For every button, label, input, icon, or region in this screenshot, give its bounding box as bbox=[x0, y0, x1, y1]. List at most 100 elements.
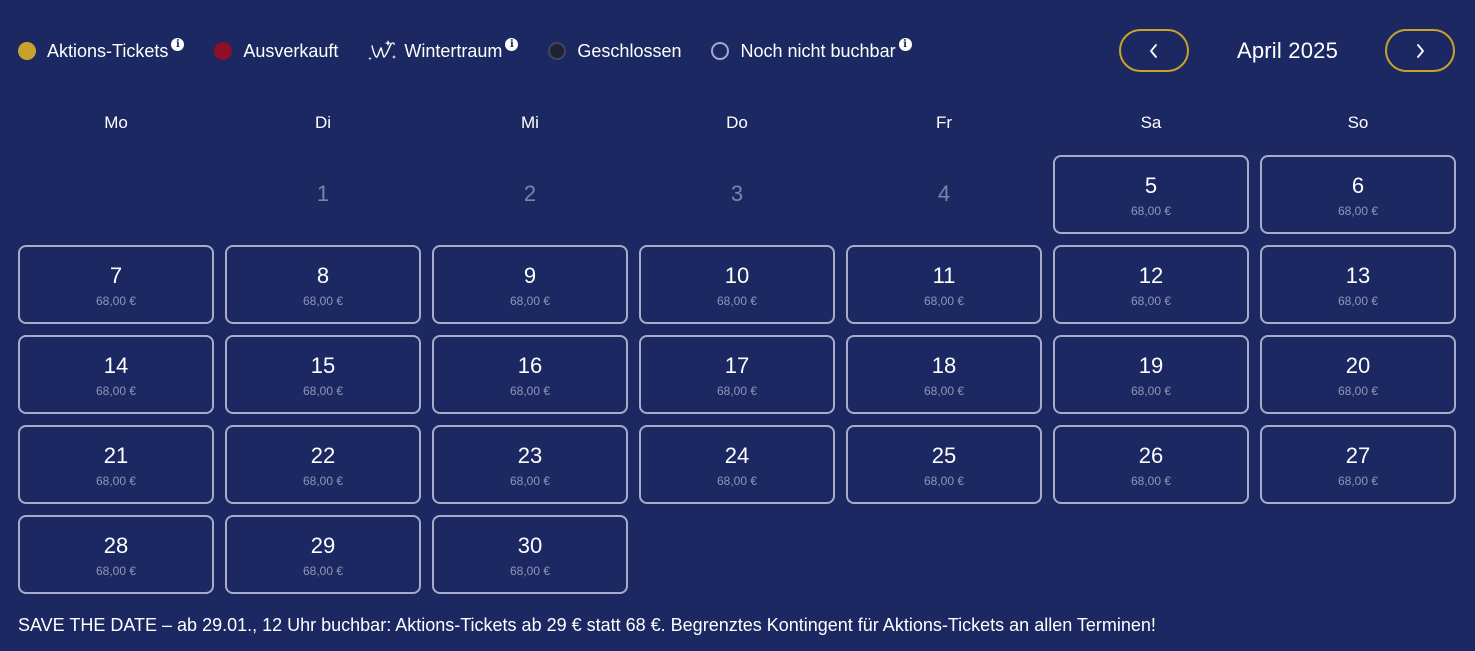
day-price: 68,00 € bbox=[1337, 294, 1379, 308]
day-number: 5 bbox=[1144, 173, 1158, 198]
calendar-day[interactable]: 6 68,00 € bbox=[1260, 155, 1456, 234]
calendar-day[interactable]: 30 68,00 € bbox=[432, 515, 628, 594]
weekday-label: Do bbox=[726, 113, 748, 132]
booking-calendar: Aktions-Tickets i Ausverkauft Wintertrau… bbox=[0, 0, 1475, 651]
day-price: 68,00 € bbox=[923, 474, 965, 488]
legend-label-geschlossen: Geschlossen bbox=[577, 40, 682, 61]
day-price: 68,00 € bbox=[509, 564, 551, 578]
day-price: 68,00 € bbox=[1130, 294, 1172, 308]
calendar-day[interactable]: 5 68,00 € bbox=[1053, 155, 1249, 234]
calendar-day[interactable]: 14 68,00 € bbox=[18, 335, 214, 414]
day-number: 1 bbox=[316, 181, 330, 206]
calendar-day[interactable]: 17 68,00 € bbox=[639, 335, 835, 414]
calendar-day[interactable]: 27 68,00 € bbox=[1260, 425, 1456, 504]
legend: Aktions-Tickets i Ausverkauft Wintertrau… bbox=[18, 36, 912, 66]
day-number: 4 bbox=[937, 181, 951, 206]
legend-item-ausverkauft: Ausverkauft bbox=[214, 41, 338, 62]
day-price: 68,00 € bbox=[302, 474, 344, 488]
day-price: 68,00 € bbox=[716, 384, 758, 398]
day-number: 3 bbox=[730, 181, 744, 206]
legend-item-noch-nicht-buchbar: Noch nicht buchbar i bbox=[711, 37, 912, 62]
day-price: 68,00 € bbox=[716, 294, 758, 308]
chevron-right-icon bbox=[1417, 43, 1424, 58]
calendar-day[interactable]: 25 68,00 € bbox=[846, 425, 1042, 504]
day-price: 68,00 € bbox=[509, 384, 551, 398]
legend-label-wintertraum: Wintertraum bbox=[404, 40, 503, 61]
chevron-left-icon bbox=[1150, 43, 1157, 58]
day-number: 22 bbox=[310, 443, 336, 468]
calendar-grid: 1 2 3 4 5 68,00 € 6 68,00 € 7 68,00 € 8 … bbox=[18, 155, 1458, 595]
day-price: 68,00 € bbox=[95, 294, 137, 308]
calendar-day[interactable]: 20 68,00 € bbox=[1260, 335, 1456, 414]
day-number: 26 bbox=[1138, 443, 1164, 468]
calendar-day[interactable]: 26 68,00 € bbox=[1053, 425, 1249, 504]
day-number: 6 bbox=[1351, 173, 1365, 198]
day-price: 68,00 € bbox=[923, 294, 965, 308]
day-number: 28 bbox=[103, 533, 129, 558]
day-price: 68,00 € bbox=[302, 564, 344, 578]
day-number: 2 bbox=[523, 181, 537, 206]
calendar-day[interactable]: 15 68,00 € bbox=[225, 335, 421, 414]
calendar-day-unavailable: 3 bbox=[639, 155, 835, 234]
weekday-label: Mo bbox=[104, 113, 128, 132]
info-icon[interactable]: i bbox=[505, 37, 519, 51]
weekday-label: Sa bbox=[1140, 113, 1162, 132]
weekday-label: Fr bbox=[935, 113, 953, 132]
calendar-day-unavailable: 1 bbox=[225, 155, 421, 234]
calendar-day[interactable]: 8 68,00 € bbox=[225, 245, 421, 324]
wintertraum-logo-icon bbox=[368, 38, 398, 64]
day-price: 68,00 € bbox=[95, 564, 137, 578]
day-number: 21 bbox=[103, 443, 129, 468]
calendar-day[interactable]: 12 68,00 € bbox=[1053, 245, 1249, 324]
legend-label-ausverkauft: Ausverkauft bbox=[243, 40, 339, 61]
save-the-date-note: SAVE THE DATE – ab 29.01., 12 Uhr buchba… bbox=[18, 615, 1156, 635]
day-price: 68,00 € bbox=[1337, 204, 1379, 218]
day-number: 11 bbox=[932, 263, 956, 288]
day-price: 68,00 € bbox=[716, 474, 758, 488]
calendar-day[interactable]: 28 68,00 € bbox=[18, 515, 214, 594]
calendar-day[interactable]: 7 68,00 € bbox=[18, 245, 214, 324]
day-price: 68,00 € bbox=[302, 384, 344, 398]
legend-label-aktions: Aktions-Tickets bbox=[47, 40, 169, 61]
calendar-day[interactable]: 13 68,00 € bbox=[1260, 245, 1456, 324]
calendar-day[interactable]: 10 68,00 € bbox=[639, 245, 835, 324]
info-icon[interactable]: i bbox=[171, 37, 185, 51]
day-number: 27 bbox=[1345, 443, 1371, 468]
calendar-day[interactable]: 9 68,00 € bbox=[432, 245, 628, 324]
calendar-day[interactable]: 18 68,00 € bbox=[846, 335, 1042, 414]
day-number: 14 bbox=[103, 353, 129, 378]
calendar-day[interactable]: 29 68,00 € bbox=[225, 515, 421, 594]
calendar-day-unavailable: 2 bbox=[432, 155, 628, 234]
calendar-day[interactable]: 16 68,00 € bbox=[432, 335, 628, 414]
previous-month-button[interactable] bbox=[1119, 29, 1189, 72]
calendar-day[interactable]: 19 68,00 € bbox=[1053, 335, 1249, 414]
day-number: 24 bbox=[724, 443, 750, 468]
day-price: 68,00 € bbox=[1337, 474, 1379, 488]
calendar-day[interactable]: 23 68,00 € bbox=[432, 425, 628, 504]
calendar-day[interactable]: 11 68,00 € bbox=[846, 245, 1042, 324]
day-price: 68,00 € bbox=[1130, 474, 1172, 488]
closed-dot-icon bbox=[548, 42, 567, 60]
day-number: 23 bbox=[517, 443, 543, 468]
calendar-day[interactable]: 21 68,00 € bbox=[18, 425, 214, 504]
weekday-header: Mo Di Mi Do Fr Sa So bbox=[18, 113, 1458, 133]
day-number: 20 bbox=[1345, 353, 1371, 378]
day-number: 19 bbox=[1138, 353, 1164, 378]
weekday-label: Di bbox=[314, 113, 332, 132]
day-price: 68,00 € bbox=[509, 474, 551, 488]
day-number: 16 bbox=[517, 353, 543, 378]
legend-item-geschlossen: Geschlossen bbox=[548, 41, 681, 62]
day-number: 8 bbox=[316, 263, 330, 288]
day-number: 10 bbox=[724, 263, 750, 288]
month-title: April 2025 bbox=[1236, 38, 1339, 63]
calendar-day[interactable]: 22 68,00 € bbox=[225, 425, 421, 504]
legend-item-wintertraum: Wintertraum i bbox=[368, 37, 519, 64]
gold-dot-icon bbox=[18, 42, 36, 60]
day-price: 68,00 € bbox=[1130, 204, 1172, 218]
info-icon[interactable]: i bbox=[898, 37, 912, 51]
next-month-button[interactable] bbox=[1385, 29, 1455, 72]
day-price: 68,00 € bbox=[923, 384, 965, 398]
day-number: 9 bbox=[523, 263, 537, 288]
day-price: 68,00 € bbox=[509, 294, 551, 308]
calendar-day[interactable]: 24 68,00 € bbox=[639, 425, 835, 504]
